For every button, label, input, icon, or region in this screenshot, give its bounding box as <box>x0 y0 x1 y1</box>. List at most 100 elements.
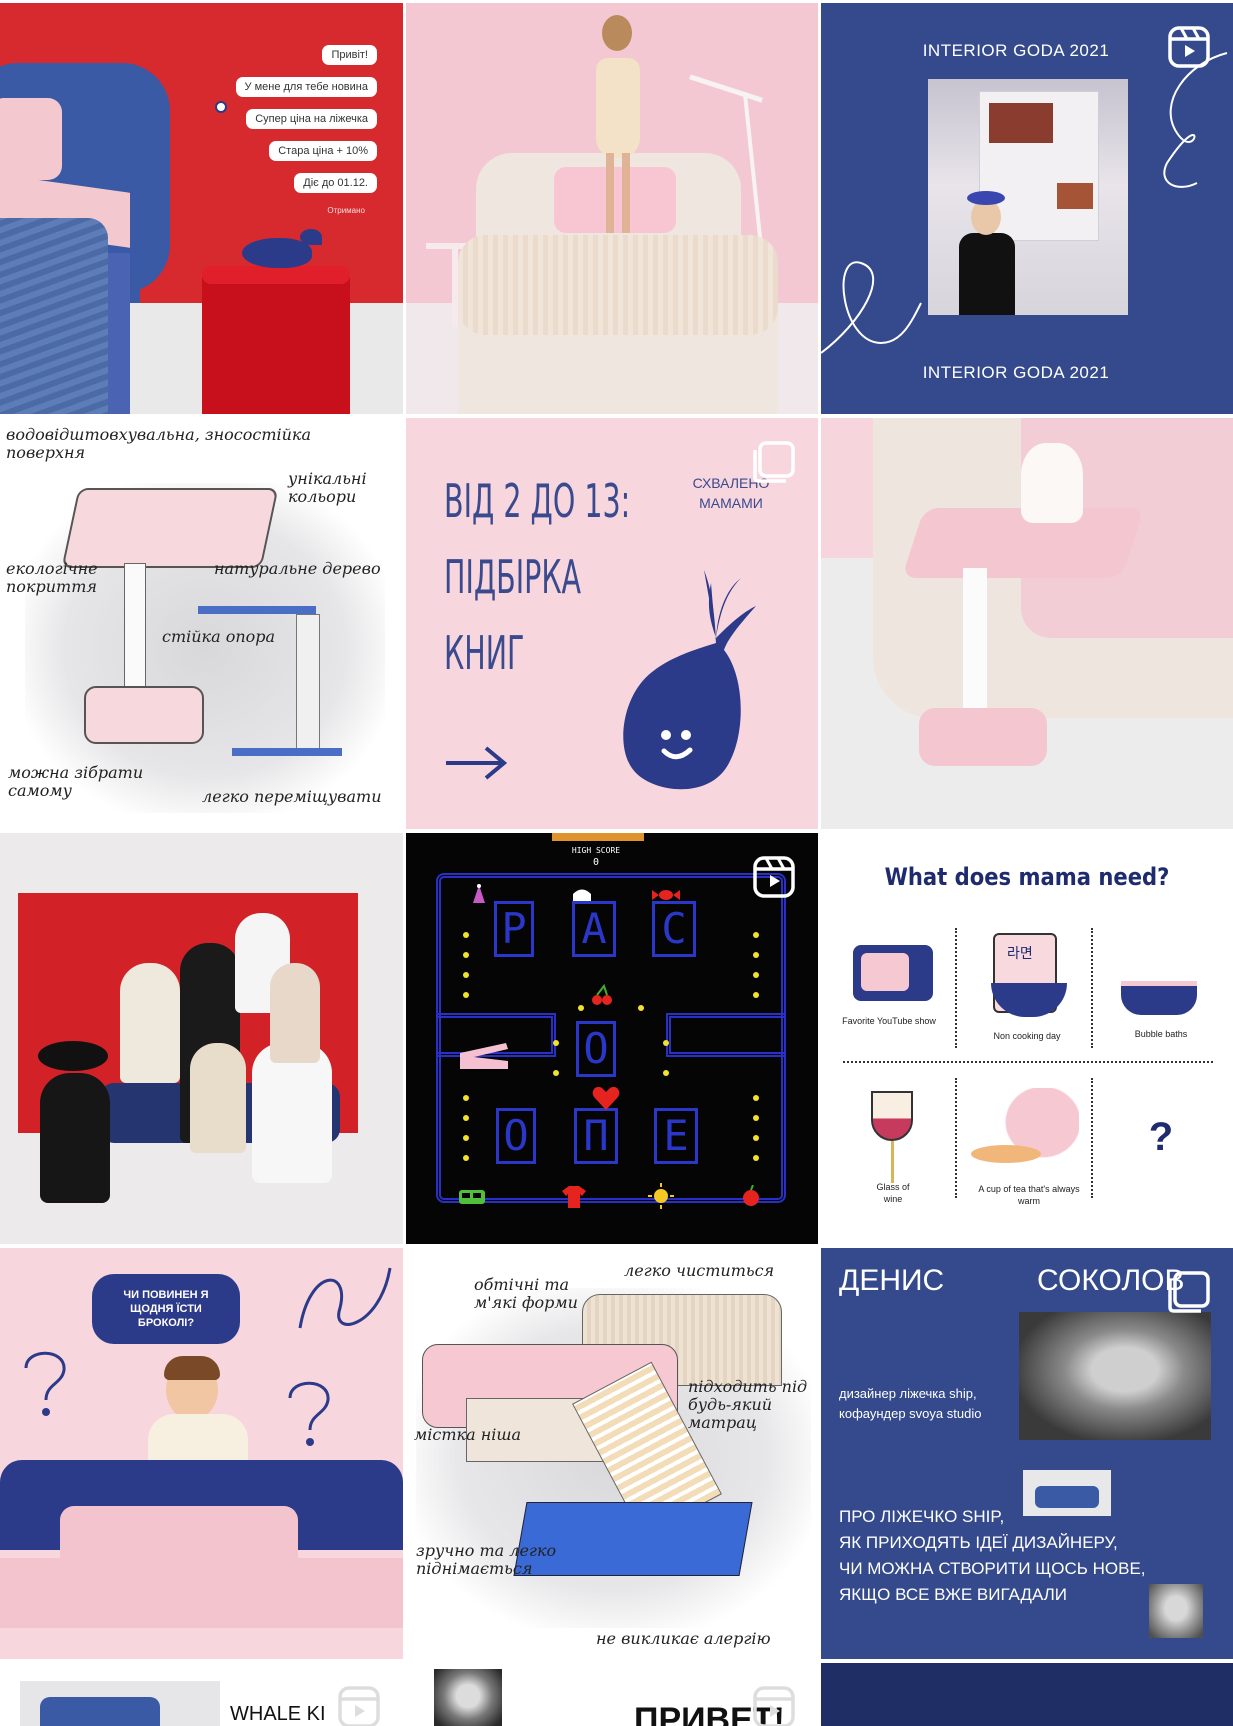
whale-illustration <box>623 570 756 790</box>
person-7 <box>270 963 320 1063</box>
sun-icon <box>648 1183 674 1209</box>
divider-horizontal <box>843 1061 1213 1063</box>
decorative-swirl <box>821 261 922 354</box>
cake-icon <box>473 884 485 903</box>
red-pouf <box>202 266 350 414</box>
divider-vertical-3 <box>955 1078 957 1198</box>
divider-vertical-2 <box>1091 928 1093 1048</box>
candy-icon <box>652 890 680 900</box>
table-leg-sketch <box>124 563 146 693</box>
shirt-icon <box>562 1186 586 1208</box>
girl-legs <box>606 153 630 233</box>
wine-glass-icon <box>871 1091 913 1141</box>
knit-blanket <box>0 218 108 414</box>
carousel-icon[interactable] <box>1167 1270 1211 1314</box>
woman-body <box>959 233 1015 315</box>
label-stable-support: стійка опора <box>162 627 276 646</box>
table-top-sketch <box>61 488 279 568</box>
item-cup-of-tea: A cup of tea that's always warm <box>978 1184 1080 1206</box>
person-2 <box>120 963 180 1083</box>
noodle-label: 라면 <box>1007 946 1033 962</box>
designer-last-name: СОКОЛОВ <box>1037 1264 1185 1297</box>
stand-image-2 <box>1057 183 1093 209</box>
post-tile-designer-interview[interactable]: ДЕНИС СОКОЛОВ дизайнер ліжечка ship, коф… <box>821 1248 1233 1659</box>
topic-line-3: ЧИ МОЖНА СТВОРИТИ ЩОСЬ НОВЕ, <box>839 1559 1146 1578</box>
profile-post-grid: Привіт! У мене для тебе новина Супер цін… <box>0 0 1233 1726</box>
stand-image <box>989 103 1053 143</box>
chat-message-5: Діє до 01.12. <box>294 173 377 193</box>
title-banner <box>552 833 644 841</box>
tv-screen <box>861 953 909 991</box>
post-tile-interior-goda[interactable]: INTERIOR GODA 2021 INTERIOR GODA 2021 <box>821 3 1233 414</box>
designer-first-name: ДЕНИС <box>839 1264 945 1297</box>
bathtub-icon <box>1121 981 1197 1015</box>
divider-vertical-4 <box>1091 1078 1093 1198</box>
post-tile-mama-needs[interactable]: What does mama need? 라면 Favorite YouTube… <box>821 833 1233 1244</box>
item-bubble-baths: Bubble baths <box>1134 1029 1188 1039</box>
reels-icon[interactable] <box>337 1685 381 1726</box>
arrow-right-icon[interactable] <box>444 743 508 783</box>
whale-kit-title: WHALE KI <box>230 1703 326 1725</box>
item-non-cooking-day: Non cooking day <box>993 1031 1061 1041</box>
label-hypoallergenic: не викликає алергію <box>596 1629 771 1648</box>
topic-line-1: ПРО ЛІЖЕЧКО SHIP, <box>839 1507 1005 1526</box>
girl-dress <box>596 58 640 158</box>
post-tile-pacman-game[interactable]: HIGH SCORE 0 P A C O O П E <box>406 833 818 1244</box>
topic-line-2: ЯК ПРИХОДЯТЬ ІДЕЇ ДИЗАЙНЕРУ, <box>839 1533 1118 1552</box>
floor-lamp-head <box>689 74 763 103</box>
label-natural-wood: натуральне дерево <box>214 559 381 578</box>
label-easy-to-lift: зручно та легко піднімається <box>416 1541 557 1578</box>
post-tile-girl-on-bed[interactable] <box>406 3 818 414</box>
chat-message-4: Стара ціна + 10% <box>269 141 377 161</box>
bed-sheet <box>0 1558 403 1628</box>
label-soft-shapes: обтічні та м'які форми <box>474 1275 578 1312</box>
post-tile-pink-side-table[interactable] <box>821 418 1233 829</box>
question-doodle-right <box>288 1381 330 1446</box>
post-tile-whale-kit[interactable]: WHALE KI <box>0 1663 403 1726</box>
item-youtube-show: Favorite YouTube show <box>842 1016 936 1026</box>
pouf-top <box>202 266 350 284</box>
chat-status: Отримано <box>327 206 365 215</box>
girl-head <box>602 15 632 51</box>
label-self-assembly: можна зібрати самому <box>8 763 144 800</box>
post-tile-books-selection[interactable]: ВІД 2 ДО 13: ПІДБІРКА КНИГ СХВАЛЕНО МАМА… <box>406 418 818 829</box>
label-eco-coating: екологічне покриття <box>6 559 98 596</box>
bus-icon <box>459 1190 485 1204</box>
divider-vertical-1 <box>955 928 957 1048</box>
whale-kit-bed-blue <box>40 1697 160 1726</box>
item-glass-of-wine: Glass of wine <box>876 1182 910 1204</box>
chat-message-3: Супер ціна на ліжечка <box>246 109 377 129</box>
post-tile-privet[interactable]: ПРИВЕТ! <box>406 1663 818 1726</box>
item-question-mark: ? <box>1148 1115 1174 1159</box>
bed-blanket <box>458 235 778 335</box>
boy-hair <box>164 1356 220 1380</box>
chat-heart-icon <box>215 101 227 113</box>
person-1-hat <box>38 1041 108 1071</box>
heart-icon <box>592 1086 620 1110</box>
post-tile-family-photo[interactable] <box>0 833 403 1244</box>
plush-whale <box>242 238 312 268</box>
post-tile-navy[interactable] <box>821 1663 1233 1726</box>
carousel-icon[interactable] <box>752 440 796 484</box>
label-easy-to-move: легко переміщувати <box>202 787 382 806</box>
vase <box>1021 443 1083 523</box>
post-tile-bed-sketch[interactable]: обтічні та м'які форми легко чиститься п… <box>406 1248 818 1659</box>
plush-whale-tail <box>300 229 322 245</box>
person-1 <box>40 1073 110 1203</box>
post-tile-table-sketch[interactable]: водовідштовхувальна, зносостійка поверхн… <box>0 418 403 829</box>
high-score-value: 0 <box>592 857 600 868</box>
question-text: ЧИ ПОВИНЕН Я ЩОДНЯ ЇСТИ БРОКОЛІ? <box>123 1289 209 1329</box>
post-tile-red-bed-chat[interactable]: Привіт! У мене для тебе новина Супер цін… <box>0 3 403 414</box>
chat-message-1: Привіт! <box>322 45 377 65</box>
label-unique-colors: унікальні кольори <box>288 469 367 506</box>
reels-icon[interactable] <box>1167 25 1211 69</box>
label-easy-to-clean: легко чиститься <box>624 1261 775 1280</box>
privet-portrait <box>434 1669 502 1726</box>
reels-icon[interactable] <box>752 1685 796 1726</box>
woman-hat <box>967 191 1005 205</box>
small-portrait <box>1149 1584 1203 1638</box>
side-profile-base <box>232 748 342 756</box>
tea-table-icon <box>971 1145 1041 1163</box>
reels-icon[interactable] <box>752 855 796 899</box>
post-tile-broccoli-question[interactable]: ЧИ ПОВИНЕН Я ЩОДНЯ ЇСТИ БРОКОЛІ? <box>0 1248 403 1659</box>
